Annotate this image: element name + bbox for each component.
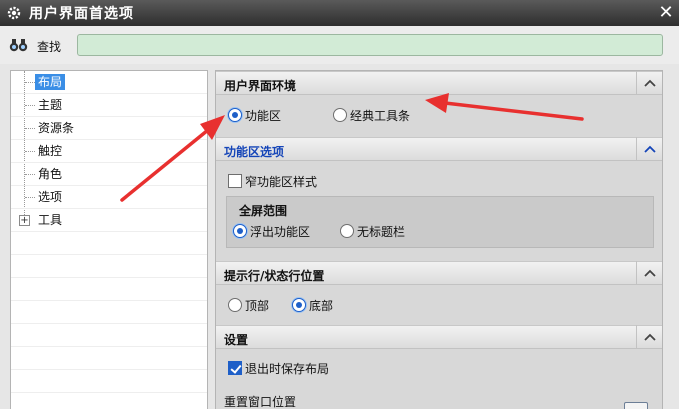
tree-item-role[interactable]: 角色 (11, 163, 207, 186)
collapse-button[interactable] (636, 325, 662, 349)
radio-top[interactable]: 顶部 (228, 296, 269, 314)
tree-empty-row (11, 232, 207, 255)
radio-button[interactable] (340, 224, 354, 238)
section-body-ui-env: 功能区 经典工具条 (216, 95, 662, 137)
tree-item-label: 角色 (38, 167, 63, 181)
tree-item-label: 资源条 (38, 121, 75, 135)
tree-item-resource-bar[interactable]: 资源条 (11, 117, 207, 140)
tree-empty-row (11, 393, 207, 409)
tree-item-theme[interactable]: 主题 (11, 94, 207, 117)
section-body-prompt-line: 顶部 底部 (216, 285, 662, 325)
section-title: 用户界面环境 (224, 79, 297, 93)
chevron-up-icon[interactable] (643, 269, 656, 277)
close-icon[interactable]: ✕ (658, 2, 673, 23)
tree-empty-row (11, 301, 207, 324)
search-row: 查找 (0, 26, 679, 64)
tree-item-options[interactable]: 选项 (11, 186, 207, 209)
options-panel: 用户界面环境 功能区 经典工具条 功能区选项 窄功能区样式 全屏范围 浮出功能区… (215, 70, 663, 409)
find-label: 查找 (37, 40, 62, 54)
checkbox-save-layout[interactable]: 退出时保存布局 (228, 359, 329, 377)
collapse-button[interactable] (636, 261, 662, 285)
radio-button[interactable] (333, 108, 347, 122)
tree-empty-row (11, 255, 207, 278)
radio-button[interactable] (228, 108, 242, 122)
category-tree: 布局 主题 资源条 触控 角色 选项 + 工具 (10, 70, 208, 409)
tree-item-label: 选项 (38, 190, 63, 204)
tree-empty-row (11, 324, 207, 347)
checkbox[interactable] (228, 174, 242, 188)
binoculars-icon (9, 36, 29, 54)
radio-ribbon[interactable]: 功能区 (228, 106, 281, 124)
radio-button[interactable] (228, 298, 242, 312)
section-header-prompt-line[interactable]: 提示行/状态行位置 (216, 261, 662, 285)
tree-item-label: 主题 (38, 98, 63, 112)
radio-classic-toolbar[interactable]: 经典工具条 (333, 106, 410, 124)
radio-button[interactable] (233, 224, 247, 238)
search-input[interactable] (77, 34, 663, 56)
reset-window-button[interactable] (624, 402, 648, 409)
checkbox-narrow-ribbon[interactable]: 窄功能区样式 (228, 172, 317, 190)
close-button[interactable]: ✕ (656, 3, 676, 23)
collapse-button[interactable] (636, 71, 662, 95)
tree-item-touch[interactable]: 触控 (11, 140, 207, 163)
radio-bottom[interactable]: 底部 (292, 296, 333, 314)
tree-item-tools[interactable]: + 工具 (11, 209, 207, 232)
chevron-up-icon[interactable] (643, 79, 656, 87)
section-body-ribbon: 窄功能区样式 全屏范围 浮出功能区 无标题栏 (216, 161, 662, 261)
chevron-up-icon[interactable] (643, 333, 656, 341)
radio-float-ribbon[interactable]: 浮出功能区 (233, 222, 310, 240)
chevron-up-icon[interactable] (643, 145, 656, 153)
reset-window-label: 重置窗口位置 (224, 394, 297, 409)
tree-item-label: 工具 (38, 213, 63, 227)
collapse-button[interactable] (636, 137, 662, 161)
radio-button[interactable] (292, 298, 306, 312)
section-body-settings: 退出时保存布局 重置窗口位置 (216, 349, 662, 409)
tree-empty-row (11, 347, 207, 370)
fullscreen-group: 全屏范围 浮出功能区 无标题栏 (226, 196, 654, 248)
tree-item-layout[interactable]: 布局 (11, 71, 207, 94)
checkbox[interactable] (228, 361, 242, 375)
section-title: 功能区选项 (224, 145, 285, 159)
section-header-settings[interactable]: 设置 (216, 325, 662, 349)
section-title: 设置 (224, 333, 249, 347)
title-bar: 用户界面首选项 ✕ (0, 0, 679, 26)
section-header-ribbon[interactable]: 功能区选项 (216, 137, 662, 161)
section-header-ui-env[interactable]: 用户界面环境 (216, 71, 662, 95)
tree-empty-row (11, 278, 207, 301)
group-title: 全屏范围 (239, 204, 288, 218)
window-title: 用户界面首选项 (29, 6, 134, 22)
tree-item-label: 触控 (38, 144, 63, 158)
radio-no-titlebar[interactable]: 无标题栏 (340, 222, 405, 240)
gear-icon[interactable] (3, 2, 25, 24)
section-title: 提示行/状态行位置 (224, 269, 325, 283)
tree-empty-row (11, 370, 207, 393)
expand-icon[interactable]: + (19, 215, 30, 226)
tree-item-label: 布局 (35, 74, 66, 90)
